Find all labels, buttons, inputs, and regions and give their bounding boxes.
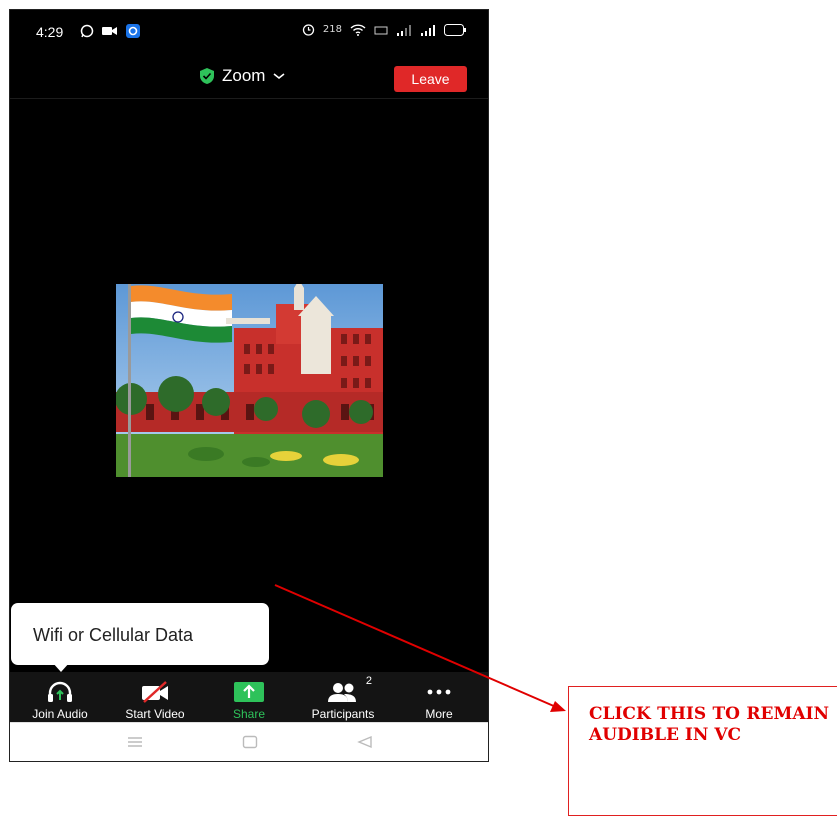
join-audio-button[interactable]: Join Audio <box>15 672 105 728</box>
meeting-title: Zoom <box>222 66 266 85</box>
status-left-icons <box>80 24 140 38</box>
meeting-header: Zoom Leave <box>10 62 488 96</box>
app-notification-icon <box>126 24 140 38</box>
participants-label: Participants <box>311 707 375 721</box>
video-camera-icon <box>102 27 117 35</box>
meeting-toolbar: Join Audio Start Video Share 2 Participa… <box>10 672 488 728</box>
alarm-icon <box>302 24 315 36</box>
share-label: Share <box>232 707 266 721</box>
instruction-callout: CLICK THIS TO REMAIN AUDIBLE IN VC <box>568 686 837 816</box>
leave-button[interactable]: Leave <box>394 66 467 92</box>
join-audio-label: Join Audio <box>32 707 88 721</box>
android-nav-bar <box>10 722 488 761</box>
callout-text: CLICK THIS TO REMAIN AUDIBLE IN VC <box>589 704 829 745</box>
status-time: 4:29 <box>36 24 64 40</box>
participants-count: 2 <box>365 675 372 687</box>
participants-button[interactable]: 2 Participants <box>298 672 388 728</box>
signal-icon <box>421 24 435 36</box>
audio-tooltip: Wifi or Cellular Data <box>11 603 269 665</box>
chevron-down-icon <box>273 73 285 80</box>
participant-video <box>116 284 383 477</box>
more-button[interactable]: More <box>394 672 484 728</box>
network-speed-text: 218 <box>322 24 342 35</box>
tooltip-text: Wifi or Cellular Data <box>33 625 194 645</box>
volte-icon <box>374 26 388 34</box>
tooltip-pointer <box>52 662 70 672</box>
shield-check-icon <box>200 68 214 84</box>
start-video-button[interactable]: Start Video <box>110 672 200 728</box>
more-dots-icon <box>427 689 451 695</box>
home-icon[interactable] <box>242 735 258 749</box>
status-bar: 4:29 218 <box>10 10 488 54</box>
back-icon[interactable] <box>357 735 373 749</box>
menu-icon[interactable] <box>127 735 143 749</box>
wifi-icon <box>350 23 366 36</box>
participants-icon <box>328 683 356 702</box>
more-label: More <box>425 707 453 721</box>
meeting-title-dropdown[interactable]: Zoom <box>200 66 285 86</box>
battery-icon <box>444 23 466 36</box>
start-video-label: Start Video <box>125 707 185 721</box>
headphones-icon <box>48 681 72 702</box>
video-off-icon <box>142 681 168 703</box>
whatsapp-icon <box>80 24 94 38</box>
signal-icon <box>397 24 411 36</box>
high-court-photo <box>116 284 383 477</box>
header-divider <box>10 98 488 99</box>
share-button[interactable]: Share <box>204 672 294 728</box>
status-right-icons: 218 <box>302 23 466 36</box>
share-upload-icon <box>234 682 264 702</box>
